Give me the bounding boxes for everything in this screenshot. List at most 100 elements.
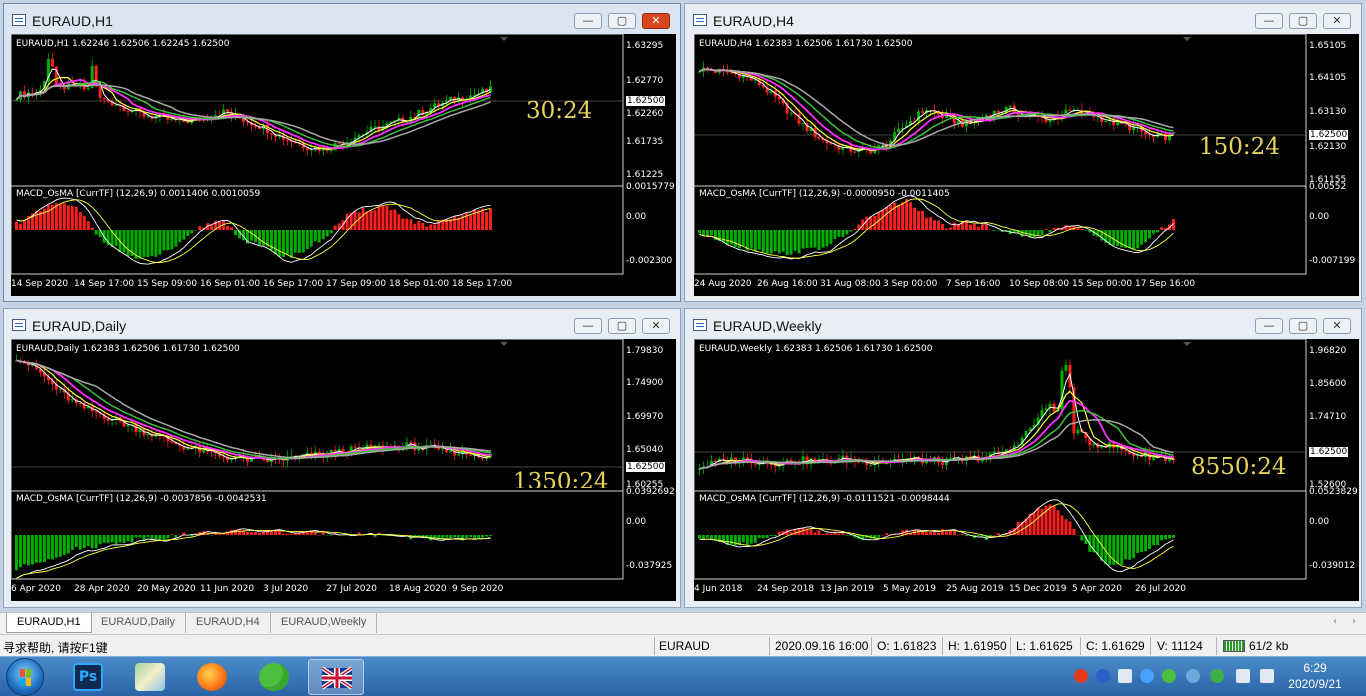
macd-bar	[166, 535, 170, 539]
macd-bar	[425, 226, 429, 230]
time-axis-label: 7 Sep 16:00	[946, 279, 1001, 289]
macd-axis-label: 0.0523829	[1309, 487, 1358, 497]
chart-window-euraud-weekly[interactable]: EURAUD,Weekly — ▢ ✕ EURAUD,Weekly 1.6238…	[684, 308, 1362, 608]
macd-bar	[353, 211, 357, 230]
macd-bar	[769, 230, 773, 254]
macd-bar	[797, 230, 801, 254]
macd-bar	[1160, 227, 1164, 230]
candle-body	[948, 457, 952, 459]
tab-euraud-h4[interactable]: EURAUD,H4	[186, 613, 271, 633]
macd-bar	[885, 533, 889, 535]
start-button[interactable]	[6, 658, 44, 696]
macd-bar	[417, 535, 421, 536]
macd-bar	[18, 223, 22, 230]
chart-area[interactable]: EURAUD,H4 1.62383 1.62506 1.61730 1.6250…	[694, 34, 1359, 296]
maximize-button[interactable]: ▢	[608, 13, 636, 29]
macd-bar	[705, 535, 709, 538]
macd-bar	[1132, 535, 1136, 559]
window-titlebar[interactable]: EURAUD,Daily — ▢ ✕	[4, 309, 680, 339]
taskbar-maps[interactable]	[122, 659, 178, 695]
volume-icon[interactable]	[1260, 669, 1274, 683]
macd-bar	[369, 210, 373, 230]
macd-bar	[70, 205, 74, 230]
price-axis-label: 1.62500	[626, 96, 666, 106]
sogou-ime-icon[interactable]	[1074, 669, 1088, 683]
window-titlebar[interactable]: EURAUD,H4 — ▢ ✕	[685, 4, 1361, 34]
shield-icon[interactable]	[1186, 669, 1200, 683]
macd-bar	[709, 535, 713, 540]
status-open: O: 1.61823	[877, 639, 937, 653]
macd-bar	[1052, 227, 1056, 230]
minimize-button[interactable]: —	[1255, 318, 1283, 334]
window-titlebar[interactable]: EURAUD,Weekly — ▢ ✕	[685, 309, 1361, 339]
help-icon[interactable]	[1096, 669, 1110, 683]
status-divider	[1080, 637, 1081, 655]
tab-scroll-right-icon[interactable]: ›	[1352, 616, 1356, 627]
chart-area[interactable]: EURAUD,H1 1.62246 1.62506 1.62245 1.6250…	[11, 34, 676, 296]
macd-bar	[94, 230, 98, 235]
macd-bar	[765, 535, 769, 539]
macd-bar	[30, 535, 34, 565]
chart-window-euraud-h1[interactable]: EURAUD,H1 — ▢ ✕ EURAUD,H1 1.62246 1.6250…	[3, 3, 681, 302]
chart-area[interactable]: EURAUD,Daily 1.62383 1.62506 1.61730 1.6…	[11, 339, 676, 601]
time-axis-label: 26 Aug 16:00	[757, 279, 818, 289]
macd-bar	[15, 221, 18, 230]
macd-bar	[389, 209, 393, 230]
taskbar-uk-flag-app[interactable]	[308, 659, 364, 695]
macd-label: MACD_OsMA [CurrTF] (12,26,9) -0.0111521 …	[699, 494, 950, 504]
close-button[interactable]: ✕	[1323, 13, 1351, 29]
macd-bar	[261, 532, 265, 535]
tab-euraud-h1[interactable]: EURAUD,H1	[6, 613, 92, 633]
time-axis-label: 15 Sep 00:00	[1072, 279, 1133, 289]
macd-bar	[154, 535, 158, 540]
taskbar-photoshop[interactable]: Ps	[60, 659, 116, 695]
tab-euraud-daily[interactable]: EURAUD,Daily	[91, 613, 186, 633]
candle-body	[869, 464, 873, 466]
window-titlebar[interactable]: EURAUD,H1 — ▢ ✕	[4, 4, 680, 34]
macd-bar	[1108, 535, 1112, 566]
network-icon[interactable]	[1236, 669, 1250, 683]
system-clock[interactable]: 6:29 2020/9/21	[1280, 660, 1350, 692]
tab-scroll-left-icon[interactable]: ‹	[1333, 616, 1337, 627]
close-button[interactable]: ✕	[642, 318, 670, 334]
macd-bar	[853, 229, 857, 230]
security-icon[interactable]	[1210, 669, 1224, 683]
price-axis-label: 1.85600	[1309, 379, 1347, 389]
tab-euraud-weekly[interactable]: EURAUD,Weekly	[271, 613, 378, 633]
minimize-button[interactable]: —	[574, 318, 602, 334]
macd-bar	[190, 230, 194, 234]
macd-bar	[1080, 535, 1084, 541]
time-axis-label: 10 Sep 08:00	[1009, 279, 1070, 289]
taskbar-wechat[interactable]	[246, 659, 302, 695]
macd-bar	[817, 230, 821, 250]
price-axis-label: 1.63130	[1309, 107, 1347, 117]
taskbar-firefox[interactable]	[184, 659, 240, 695]
time-axis-label: 20 May 2020	[137, 584, 196, 594]
status-traffic: 61/2 kb	[1249, 639, 1289, 653]
macd-bar	[70, 535, 74, 550]
macd-bar	[381, 206, 385, 230]
tray-app-icon[interactable]	[1140, 669, 1154, 683]
macd-bar	[1004, 230, 1008, 231]
macd-bar	[453, 216, 457, 230]
maximize-button[interactable]: ▢	[1289, 318, 1317, 334]
close-button[interactable]: ✕	[1323, 318, 1351, 334]
wechat-tray-icon[interactable]	[1162, 669, 1176, 683]
macd-bar	[761, 230, 765, 253]
chart-window-euraud-daily[interactable]: EURAUD,Daily — ▢ ✕ EURAUD,Daily 1.62383 …	[3, 308, 681, 608]
macd-bar	[741, 535, 745, 543]
minimize-button[interactable]: —	[1255, 13, 1283, 29]
chart-area[interactable]: EURAUD,Weekly 1.62383 1.62506 1.61730 1.…	[694, 339, 1359, 601]
chart-shift-marker	[500, 342, 508, 346]
macd-axis-label: 0.0392692	[626, 487, 675, 497]
close-button[interactable]: ✕	[642, 13, 670, 29]
chart-window-euraud-h4[interactable]: EURAUD,H4 — ▢ ✕ EURAUD,H4 1.62383 1.6250…	[684, 3, 1362, 302]
maximize-button[interactable]: ▢	[1289, 13, 1317, 29]
candle-body	[94, 411, 98, 413]
macd-bar	[118, 535, 122, 543]
keyboard-icon[interactable]	[1118, 669, 1132, 683]
candle-body	[317, 451, 321, 454]
minimize-button[interactable]: —	[574, 13, 602, 29]
macd-bar	[721, 230, 725, 243]
maximize-button[interactable]: ▢	[608, 318, 636, 334]
